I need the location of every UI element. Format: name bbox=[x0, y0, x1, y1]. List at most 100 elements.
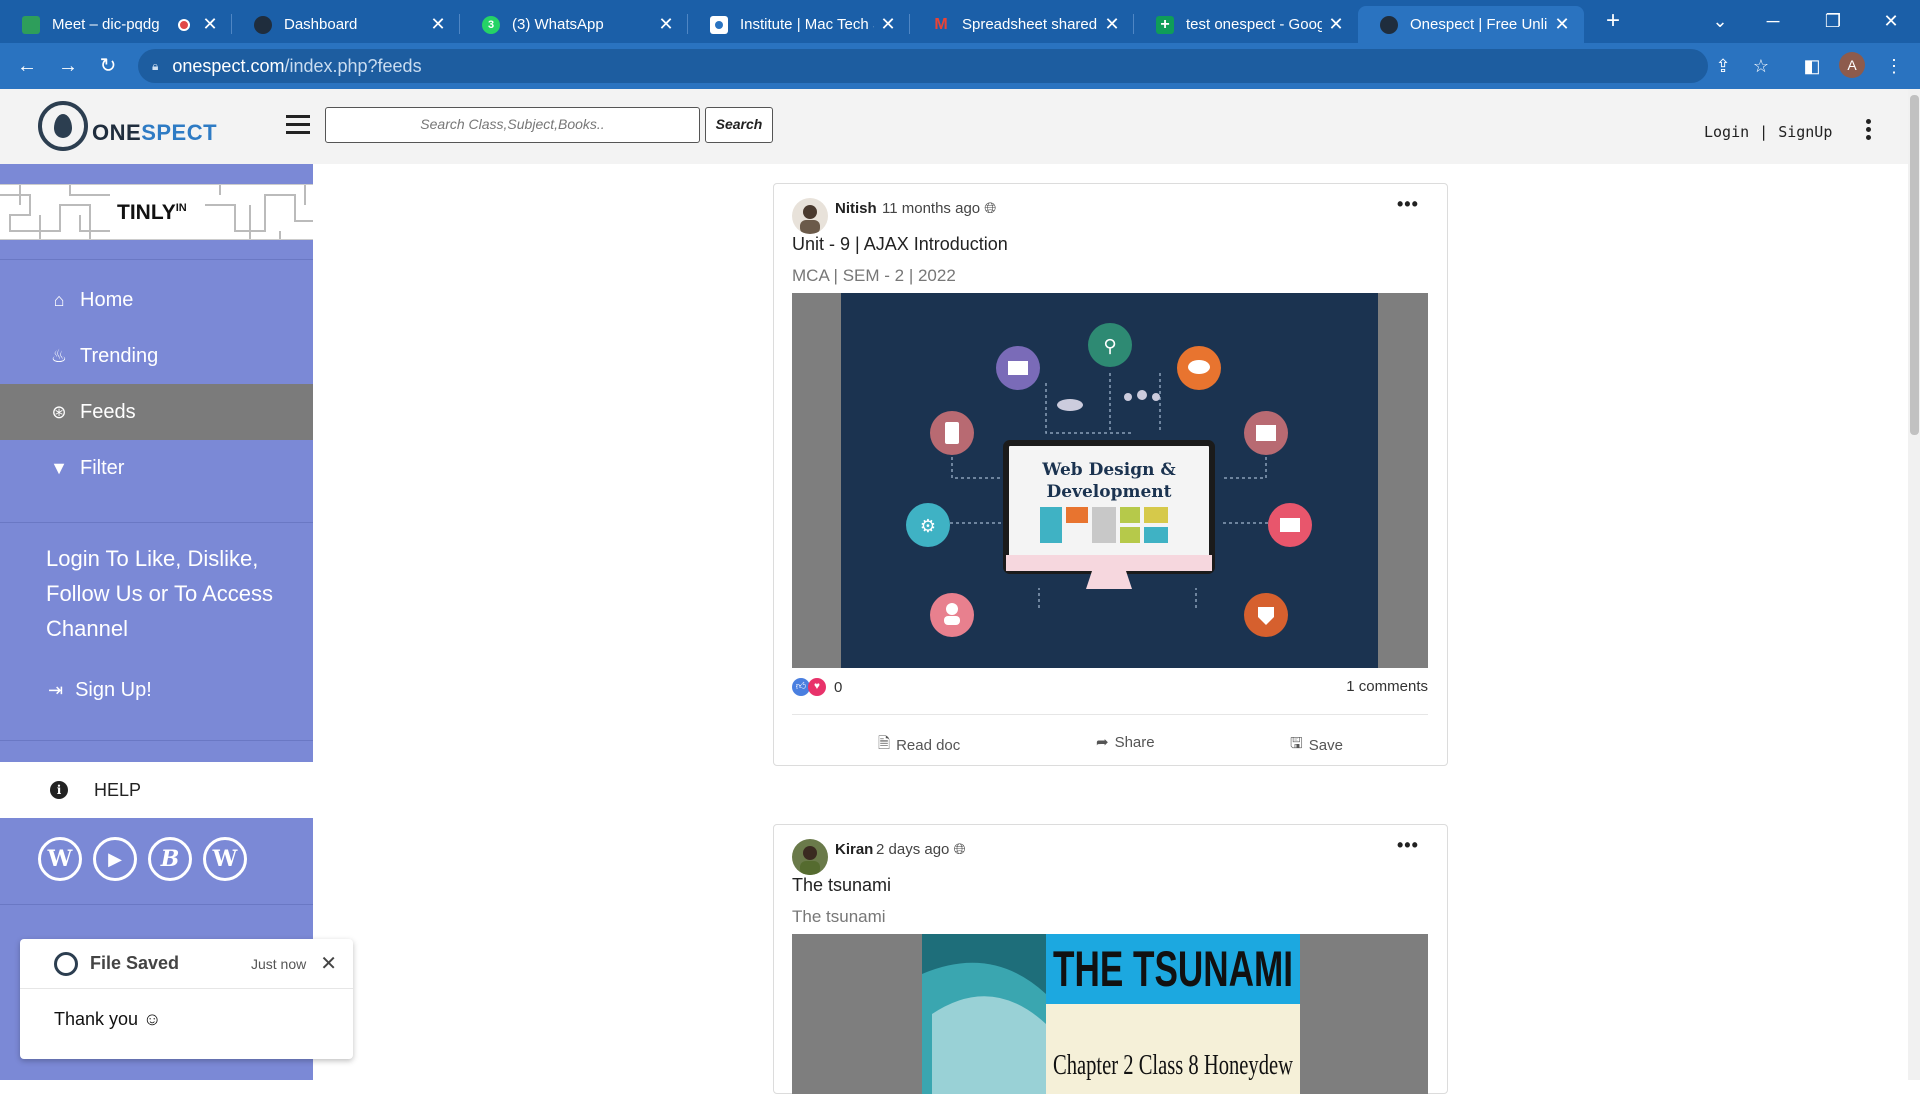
close-tab-icon[interactable]: ✕ bbox=[1548, 14, 1576, 35]
close-tab-icon[interactable]: ✕ bbox=[1098, 14, 1126, 35]
close-tab-icon[interactable]: ✕ bbox=[652, 14, 680, 35]
post-time: 2 days ago 🌐︎ bbox=[876, 841, 966, 858]
save-button[interactable]: 🖫︎ Save bbox=[1290, 733, 1343, 758]
file-saved-toast: File Saved Just now ✕ Thank you ☺ bbox=[20, 939, 353, 1059]
close-tab-icon[interactable]: ✕ bbox=[874, 14, 902, 35]
post-title[interactable]: The tsunami bbox=[792, 875, 891, 896]
reload-icon[interactable]: ↻ bbox=[93, 51, 123, 81]
signup-label: Sign Up! bbox=[75, 679, 152, 701]
wordpress-icon[interactable]: W bbox=[203, 837, 247, 881]
tab-title: Spreadsheet shared w bbox=[962, 16, 1098, 33]
toast-title: File Saved bbox=[90, 953, 180, 973]
close-tab-icon[interactable]: ✕ bbox=[196, 14, 224, 35]
whatsapp-icon: 3 bbox=[482, 15, 500, 34]
url-field[interactable]: 🔒︎ onespect.com/index.php?feeds bbox=[138, 49, 1708, 83]
avatar[interactable] bbox=[792, 198, 828, 234]
new-tab-button[interactable]: + bbox=[1598, 6, 1628, 36]
post-title[interactable]: Unit - 9 | AJAX Introduction bbox=[792, 234, 1008, 255]
read-doc-button[interactable]: 🗎︎ Read doc bbox=[878, 733, 960, 758]
close-icon[interactable]: ✕ bbox=[320, 951, 337, 976]
tab-meet[interactable]: Meet – dic-pqdg ✕ bbox=[0, 6, 232, 43]
tab-title: test onespect - Googl bbox=[1186, 16, 1322, 33]
sidebar-divider bbox=[0, 740, 313, 741]
tab-title: (3) WhatsApp bbox=[512, 16, 604, 33]
help-link[interactable]: i HELP bbox=[0, 762, 313, 818]
post-author[interactable]: Nitish bbox=[835, 200, 877, 217]
scrollbar-thumb[interactable] bbox=[1910, 95, 1919, 435]
feed-post: Nitish 11 months ago 🌐︎ ••• Unit - 9 | A… bbox=[773, 183, 1448, 766]
web-design-illustration: ⚲ ⚙ Web Design & Development bbox=[841, 293, 1378, 668]
document-icon: 🗎︎ bbox=[878, 735, 891, 752]
tinly-banner[interactable]: TINLYIN bbox=[0, 184, 313, 240]
auth-separator: | bbox=[1759, 123, 1769, 141]
login-link[interactable]: Login bbox=[1704, 123, 1749, 141]
svg-text:⚲: ⚲ bbox=[1103, 336, 1116, 357]
tab-onespect[interactable]: Onespect | Free Unlim ✕ bbox=[1358, 6, 1584, 43]
tab-search-icon[interactable]: ⌄ bbox=[1700, 4, 1740, 38]
onespect-logo[interactable]: ONESPECT bbox=[38, 101, 217, 151]
browser-menu-icon[interactable]: ⋮ bbox=[1879, 52, 1909, 80]
forward-icon[interactable]: → bbox=[53, 51, 83, 81]
wikipedia-icon[interactable]: W bbox=[38, 837, 82, 881]
hamburger-menu-icon[interactable] bbox=[286, 115, 310, 135]
youtube-icon[interactable]: ▶ bbox=[93, 837, 137, 881]
tab-dashboard[interactable]: Dashboard ✕ bbox=[232, 6, 460, 43]
floppy-icon: 🖫︎ bbox=[1290, 735, 1303, 752]
sidebar-item-home[interactable]: ⌂ Home bbox=[0, 272, 313, 328]
post-image[interactable]: THE TSUNAMI Chapter 2 Class 8 Honeydew bbox=[792, 934, 1428, 1094]
lock-icon: 🔒︎ bbox=[152, 58, 159, 73]
sidebar-divider bbox=[0, 904, 313, 905]
close-window-icon[interactable]: ✕ bbox=[1871, 4, 1911, 38]
browser-address-bar: ← → ↻ 🔒︎ onespect.com/index.php?feeds ⇪ … bbox=[0, 43, 1920, 89]
google-meet-icon bbox=[22, 15, 40, 34]
tab-institute[interactable]: Institute | Mac Tech S ✕ bbox=[688, 6, 910, 43]
sidebar-item-filter[interactable]: ▼ Filter bbox=[0, 440, 313, 496]
sidebar-item-label: Home bbox=[80, 288, 134, 311]
tab-sheets[interactable]: + test onespect - Googl ✕ bbox=[1134, 6, 1358, 43]
filter-icon: ▼ bbox=[50, 457, 68, 478]
share-page-icon[interactable]: ⇪ bbox=[1708, 52, 1738, 80]
sidebar-divider bbox=[0, 259, 313, 260]
more-options-icon[interactable] bbox=[1866, 119, 1874, 143]
tab-title: Onespect | Free Unlim bbox=[1410, 16, 1548, 33]
comments-count[interactable]: 1 comments bbox=[774, 678, 1428, 695]
post-author[interactable]: Kiran bbox=[835, 841, 873, 858]
share-button[interactable]: ➦ Share bbox=[1096, 733, 1155, 752]
tab-whatsapp[interactable]: 3 (3) WhatsApp ✕ bbox=[460, 6, 688, 43]
sidebar-item-feeds[interactable]: ⊛ Feeds bbox=[0, 384, 313, 440]
sidebar-item-trending[interactable]: ♨ Trending bbox=[0, 328, 313, 384]
help-label: HELP bbox=[94, 779, 142, 800]
post-image[interactable]: ⚲ ⚙ Web Design & Development bbox=[792, 293, 1428, 668]
search-button[interactable]: Search bbox=[705, 107, 773, 143]
tab-title: Dashboard bbox=[284, 16, 358, 33]
tab-title: Institute | Mac Tech S bbox=[740, 16, 874, 33]
minimize-icon[interactable]: ─ bbox=[1753, 4, 1793, 38]
tinly-brand-text: TINLYIN bbox=[117, 201, 187, 224]
side-panel-icon[interactable]: ◧ bbox=[1797, 52, 1827, 80]
recording-icon bbox=[178, 18, 190, 31]
browser-tab-bar: Meet – dic-pqdg ✕ Dashboard ✕ 3 (3) What… bbox=[0, 0, 1920, 43]
sign-in-icon: ⇥ bbox=[48, 680, 64, 700]
info-icon: i bbox=[50, 781, 68, 799]
profile-avatar[interactable]: A bbox=[1839, 52, 1865, 78]
tsunami-cover: THE TSUNAMI Chapter 2 Class 8 Honeydew bbox=[922, 934, 1300, 1094]
sidebar-signup-link[interactable]: ⇥ Sign Up! bbox=[48, 679, 152, 702]
url-text: onespect.com/index.php?feeds bbox=[172, 55, 422, 76]
svg-text:⚙: ⚙ bbox=[920, 516, 936, 537]
tab-gmail[interactable]: M Spreadsheet shared w ✕ bbox=[910, 6, 1134, 43]
bookmark-star-icon[interactable]: ☆ bbox=[1746, 52, 1776, 80]
signup-link[interactable]: SignUp bbox=[1778, 123, 1832, 141]
blogger-icon[interactable]: B bbox=[148, 837, 192, 881]
close-tab-icon[interactable]: ✕ bbox=[1322, 14, 1350, 35]
post-options-icon[interactable]: ••• bbox=[1397, 194, 1419, 215]
post-options-icon[interactable]: ••• bbox=[1397, 835, 1419, 856]
search-input[interactable]: Search Class,Subject,Books.. bbox=[325, 107, 700, 143]
back-icon[interactable]: ← bbox=[12, 51, 42, 81]
close-tab-icon[interactable]: ✕ bbox=[424, 14, 452, 35]
restore-icon[interactable]: ❐ bbox=[1813, 4, 1853, 38]
social-links: W ▶ B W bbox=[38, 837, 258, 881]
avatar[interactable] bbox=[792, 839, 828, 875]
globe-icon: 🌐︎ bbox=[984, 200, 997, 217]
cover-subtitle: Chapter 2 Class 8 Honeydew bbox=[1053, 1050, 1294, 1081]
onespect-logo-icon bbox=[54, 951, 78, 976]
